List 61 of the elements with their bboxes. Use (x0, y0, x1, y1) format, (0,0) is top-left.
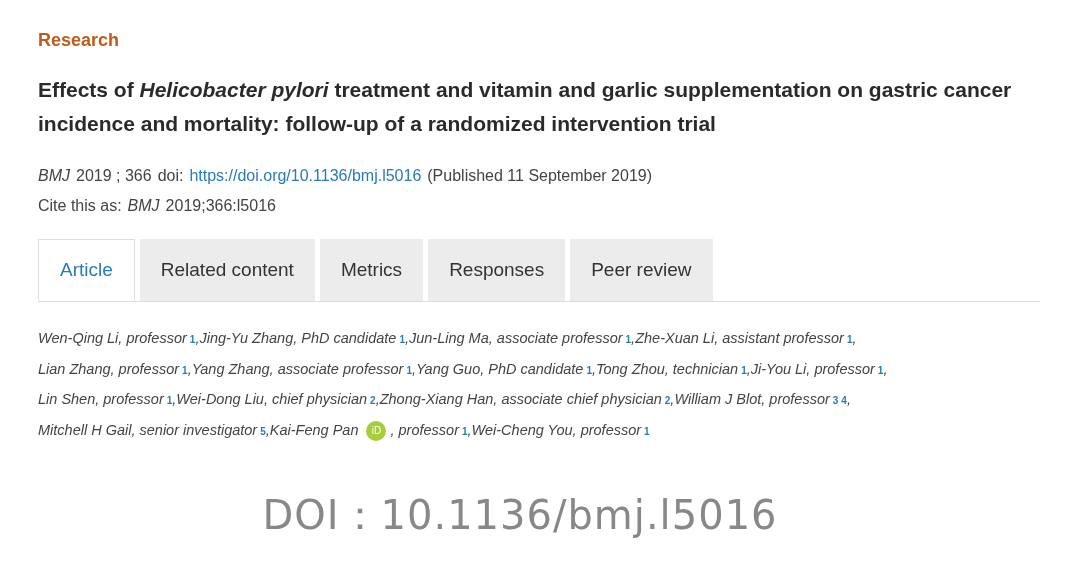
affiliation-link[interactable]: 1 (189, 334, 196, 345)
cite-label: Cite this as: (38, 196, 122, 216)
section-label: Research (38, 30, 121, 51)
author-name: Wei-Dong Liu, chief physician (176, 390, 368, 409)
separator: , (172, 390, 177, 409)
author-name: William J Blot, professor (674, 390, 830, 409)
volume-text: 2019 ; 366 (76, 166, 152, 186)
separator: , (670, 390, 675, 409)
article-title: Effects of Helicobacter pylori treatment and vitamin and garlic supplementation on gastric cancer incidence and mortality: follow-up of a randomized intervention trial (38, 77, 1013, 137)
separator: , (846, 390, 851, 409)
affiliation-link[interactable]: 4 (841, 395, 847, 406)
doi-label: doi: (157, 166, 184, 186)
separator: , (883, 359, 888, 379)
affiliation-link[interactable]: 1 (461, 425, 468, 437)
tab[interactable]: Metrics (319, 239, 424, 301)
affiliation-link[interactable]: 2 (370, 395, 376, 406)
author-name: Wei-Cheng You, professor (471, 420, 642, 440)
author-role: , professor (390, 420, 459, 440)
tab[interactable]: Related content (139, 239, 315, 301)
affiliation-link[interactable]: 5 (260, 425, 266, 437)
journal-name: BMJ (38, 166, 70, 186)
affiliation-link[interactable]: 1 (644, 425, 650, 437)
author-name: Zhe-Xuan Li, assistant professor (635, 329, 844, 348)
author-name: Ji-You Li, professor (750, 359, 875, 379)
separator: , (746, 359, 751, 379)
affiliation-link[interactable]: 1 (741, 364, 747, 376)
affiliation-link[interactable]: 1 (399, 334, 405, 345)
affiliation-link[interactable]: 3 (832, 395, 839, 406)
separator: , (187, 359, 192, 379)
author-name: Wen-Qing Li, professor (38, 329, 187, 348)
affiliation-link[interactable]: 1 (586, 364, 592, 376)
author-name: Lin Shen, professor (38, 390, 164, 409)
journal-name: BMJ (127, 196, 160, 216)
tab[interactable]: Peer review (570, 239, 713, 301)
author-name: Lian Zhang, professor (38, 359, 180, 379)
affiliation-link[interactable]: 1 (182, 364, 188, 376)
separator: , (195, 329, 200, 348)
separator: , (375, 390, 380, 409)
affiliation-link[interactable]: 1 (406, 364, 412, 376)
author-name: Yang Guo, PhD candidate (415, 359, 584, 379)
citation-reference: 2019;366:l5016 (165, 196, 276, 216)
author-name: Zhong-Xiang Han, associate chief physician (379, 390, 662, 409)
doi-caption: DOI：10.1136/bmj.l5016 (262, 491, 778, 540)
separator: , (404, 329, 409, 348)
author-name: Mitchell H Gail, senior investigator (38, 420, 258, 440)
separator: , (265, 420, 270, 440)
doi-link[interactable]: https://doi.org/10.1136/bmj.l5016 (189, 161, 422, 191)
tab[interactable]: Responses (428, 239, 566, 301)
separator: , (591, 359, 596, 379)
published-date: (Published 11 September 2019) (427, 166, 652, 186)
separator: , (411, 359, 416, 379)
author-name: Yang Zhang, associate professor (191, 359, 404, 379)
author-name: Jing-Yu Zhang, PhD candidate (199, 329, 397, 348)
author-name: Kai-Feng Pan (269, 420, 359, 440)
affiliation-link[interactable]: 1 (625, 334, 632, 345)
separator: , (852, 329, 857, 348)
separator: , (631, 329, 636, 348)
separator: , (467, 420, 472, 440)
author-name: Tong Zhou, technician (595, 359, 739, 379)
tab[interactable]: Article (38, 239, 135, 301)
author-name: Jun-Ling Ma, associate professor (408, 329, 623, 348)
